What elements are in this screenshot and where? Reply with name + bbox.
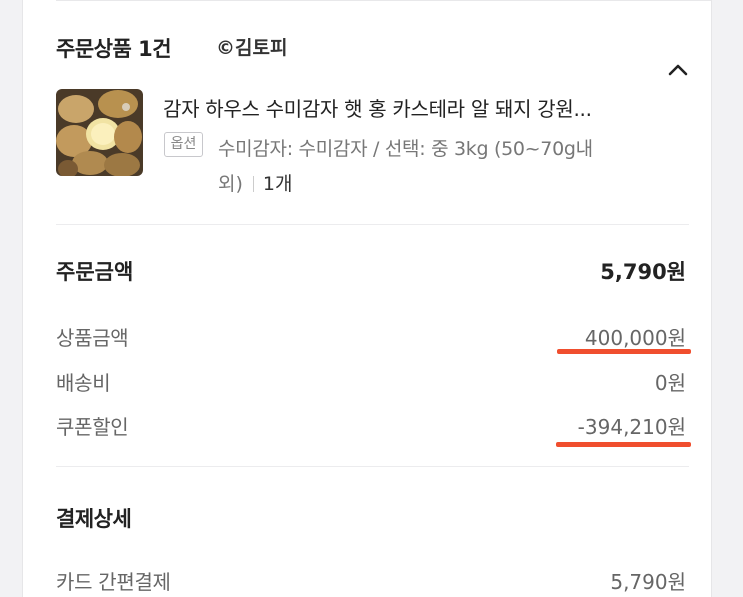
coupon-discount-value: -394,210원: [577, 415, 686, 439]
highlight-underline: [557, 349, 691, 354]
separator: [252, 176, 254, 192]
card-payment-label: 카드 간편결제: [56, 570, 171, 594]
option-badge: 옵션: [164, 132, 203, 157]
payment-details-title: 결제상세: [56, 507, 132, 531]
product-option-text-continued: 외) 1개: [218, 169, 292, 196]
card-payment-value: 5,790원: [610, 570, 686, 594]
order-summary-card: 주문상품 1건 ©김토피 감자 하우스 수미감자 햇 홍 카스테라 알 돼지 강…: [22, 0, 712, 597]
watermark-text: ©김토피: [216, 37, 288, 59]
top-divider: [56, 0, 711, 1]
product-option-text: 수미감자: 수미감자 / 선택: 중 3kg (50~70g내: [218, 138, 593, 160]
order-products-title: 주문상품 1건: [56, 37, 172, 61]
highlight-underline: [556, 442, 691, 447]
chevron-up-icon[interactable]: [666, 60, 690, 80]
section-divider: [56, 224, 689, 225]
coupon-discount-label: 쿠폰할인: [56, 415, 129, 439]
shipping-fee-value: 0원: [654, 371, 686, 395]
shipping-fee-label: 배송비: [56, 371, 111, 395]
product-amount-label: 상품금액: [56, 326, 129, 350]
product-quantity: 1개: [262, 173, 293, 195]
option-text-tail: 외): [218, 173, 243, 195]
product-amount-value: 400,000원: [584, 326, 686, 350]
order-amount-total: 5,790원: [600, 260, 686, 284]
product-thumbnail[interactable]: [56, 89, 143, 176]
product-name[interactable]: 감자 하우스 수미감자 햇 홍 카스테라 알 돼지 강원...: [163, 93, 592, 122]
order-amount-title: 주문금액: [56, 260, 134, 284]
section-divider: [56, 466, 689, 467]
